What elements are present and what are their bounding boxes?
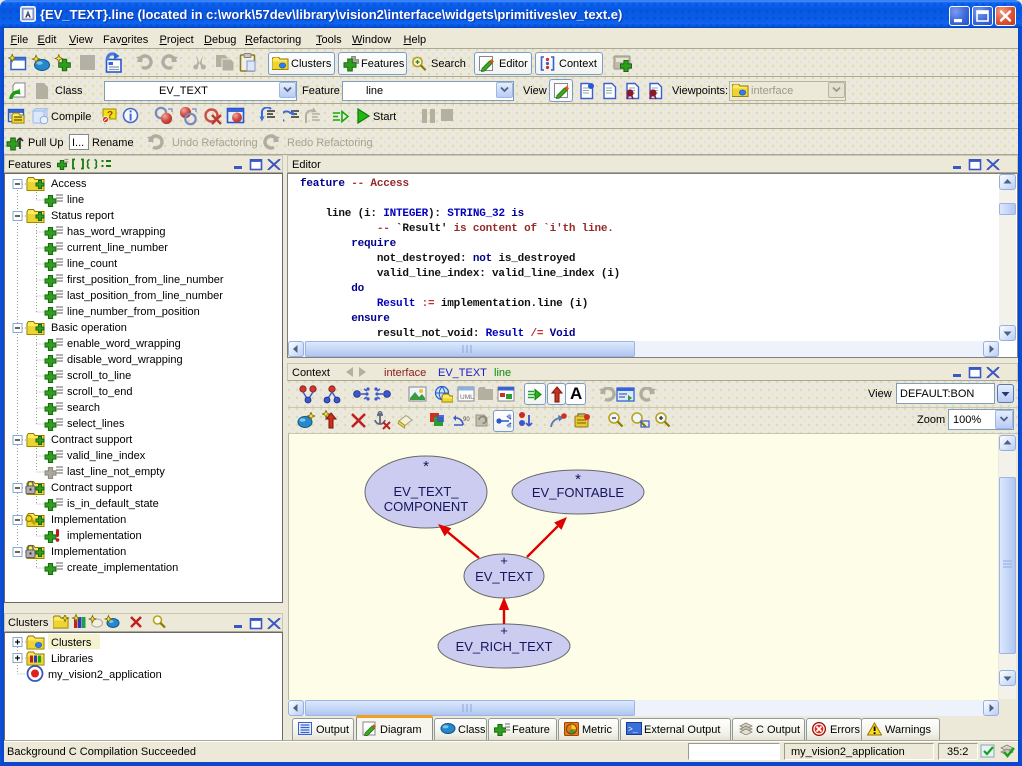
svg-text:*: * bbox=[423, 458, 429, 475]
svg-text:+: + bbox=[500, 553, 508, 568]
svg-text:UML: UML bbox=[460, 394, 474, 401]
svg-text:EV_RICH_TEXT: EV_RICH_TEXT bbox=[456, 639, 553, 654]
svg-text:EV_TEXT: EV_TEXT bbox=[475, 569, 533, 584]
svg-text:+: + bbox=[500, 623, 508, 638]
svg-text:EV_TEXT_: EV_TEXT_ bbox=[393, 484, 459, 499]
svg-text:90: 90 bbox=[463, 417, 470, 423]
svg-text:EV_FONTABLE: EV_FONTABLE bbox=[532, 485, 625, 500]
svg-text:COMPONENT: COMPONENT bbox=[384, 499, 469, 514]
svg-text:I...: I... bbox=[72, 137, 84, 149]
svg-text:>_: >_ bbox=[628, 726, 638, 735]
